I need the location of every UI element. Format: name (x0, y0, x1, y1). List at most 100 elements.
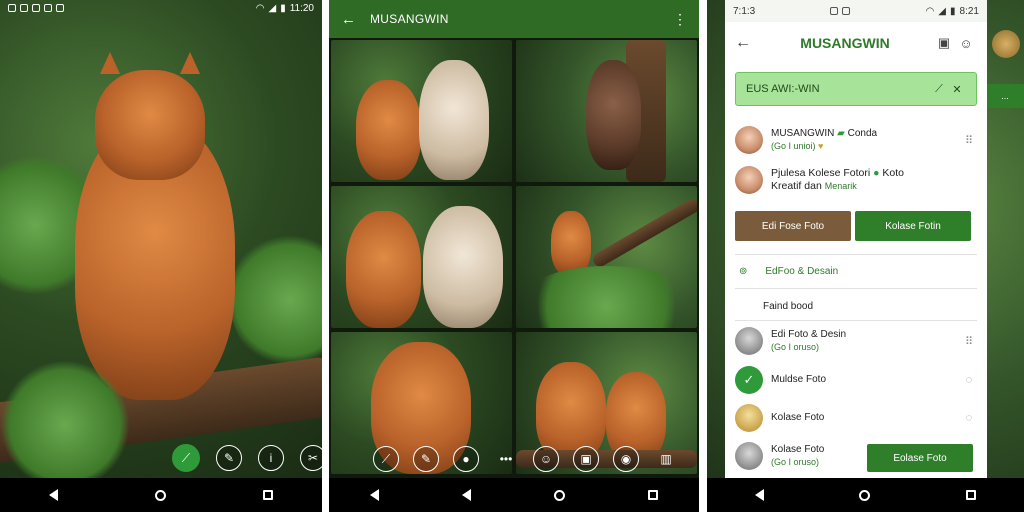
status-bar: ◠ ◢ ▮ 11:20 (0, 0, 322, 16)
image-icon[interactable]: ▣ (573, 446, 599, 472)
profile-icon[interactable]: ☺ (955, 32, 977, 54)
profile-screen-panel: ... 7:1:3 ◠ ◢ ▮ 8:21 ← MUSANGWIN ▣ ☺ EUS… (707, 0, 1024, 512)
gallery-grid-screen: ← MUSANGWIN ⋮ ⟋ ✎ ● ••• ☺ ▣ ◉ ▥ (329, 0, 699, 512)
page-title: MUSANGWIN (800, 35, 890, 51)
nav-back-icon[interactable] (48, 489, 58, 501)
arrow-back-icon[interactable]: ← (341, 11, 356, 28)
nav-back-icon[interactable] (754, 489, 764, 501)
feed-label: Faind bood (763, 301, 814, 312)
list-item-text: Pjulesa Kolese Fotori ● Koto Kreatif dan… (771, 167, 977, 193)
search-field[interactable]: EUS AWI:-WIN ⟋ ✕ (735, 72, 977, 106)
nav-recents-icon[interactable] (966, 490, 977, 500)
list-item-text: Kolase Foto (Go I oruso) (771, 444, 855, 468)
item-sub: (Go I unioi) (771, 140, 816, 151)
chat-icon: ▰ (837, 128, 845, 140)
status-time-right: 8:21 (959, 5, 979, 17)
trash-icon[interactable]: ▥ (653, 446, 679, 472)
item-sub: (Go I oruso) (771, 456, 820, 467)
drag-handle-icon[interactable]: ⠿ (961, 134, 977, 147)
system-icons: ◠ ◢ ▮ 11:20 (256, 3, 314, 14)
system-icons: ◠ ◢ ▮ 8:21 (926, 6, 979, 17)
battery-icon: ▮ (280, 2, 286, 14)
badge-photo (992, 30, 1020, 58)
item-line: Pjulesa Kolese Fotori (771, 166, 871, 179)
avatar (735, 166, 763, 194)
photo-thumbnail[interactable] (516, 40, 697, 182)
nav-back-icon[interactable] (370, 489, 380, 501)
app-bar: ← MUSANGWIN ⋮ (329, 0, 699, 38)
list-item[interactable]: Kolase Foto ◌ (735, 404, 977, 432)
more-vert-icon[interactable]: ⋮ (673, 11, 687, 28)
status-time: 7:1:3 (733, 5, 756, 17)
list-item[interactable]: ✓ Muldse Foto ◌ (735, 366, 977, 394)
screenshot-collage: ◠ ◢ ▮ 11:20 ⟋ ✎ i ✂ ← MUSANGWIN ⋮ ⟋ ✎ ● … (0, 0, 1024, 512)
system-nav-bar (707, 478, 1024, 512)
notification-icon (44, 4, 52, 12)
signal-icon: ◢ (268, 2, 277, 14)
comment-icon[interactable]: ◌ (961, 412, 977, 424)
item-title: Kolase Foto (771, 411, 825, 423)
item-title: Edi Foto & Desin (771, 329, 847, 341)
list-item[interactable]: MUSANGWIN ▰ Conda (Go I unioi) ♥ ⠿ (735, 126, 977, 154)
list-item-text: Edi Foto & Desin (Go I oruso) (771, 329, 961, 353)
photo-thumbnail[interactable] (331, 40, 512, 182)
list-item[interactable]: Kolase Foto (Go I oruso) (735, 442, 855, 470)
list-item[interactable]: Edi Foto & Desin (Go I oruso) ⠿ (735, 327, 977, 355)
section-label: EdFoo & Desain (765, 266, 839, 277)
notification-icon (20, 4, 28, 12)
nav-home-icon[interactable] (154, 489, 166, 501)
leaf-icon[interactable]: ⟋ (930, 83, 948, 96)
item-line: Kreatif dan (771, 180, 822, 192)
list-item[interactable]: Pjulesa Kolese Fotori ● Koto Kreatif dan… (735, 166, 977, 194)
nav-home-icon[interactable] (859, 489, 871, 501)
fox-figure (356, 80, 421, 180)
edit-icon[interactable]: ✎ (413, 446, 439, 472)
item-name: MUSANGWIN (771, 128, 835, 140)
collage-button[interactable]: Kolase Fotin (855, 211, 971, 241)
edit-photo-button[interactable]: Edi Fose Foto (735, 211, 851, 241)
fern-decoration (230, 230, 322, 370)
arrow-back-icon[interactable]: ← (735, 34, 757, 52)
app-screen: 7:1:3 ◠ ◢ ▮ 8:21 ← MUSANGWIN ▣ ☺ EUS AWI… (725, 0, 987, 478)
nav-recents-icon[interactable] (647, 490, 658, 500)
avatar (735, 404, 763, 432)
camera-icon[interactable]: ◉ (613, 446, 639, 472)
leaf-icon[interactable]: ⟋ (373, 446, 399, 472)
wifi-icon: ◠ (255, 2, 265, 14)
photo-thumbnail[interactable] (516, 186, 697, 328)
mic-icon[interactable]: ● (453, 446, 479, 472)
item-tag: Conda (847, 128, 878, 140)
emoji-icon[interactable]: ☺ (533, 446, 559, 472)
wifi-icon: ◠ (925, 5, 935, 17)
drag-handle-icon[interactable]: ⠿ (961, 335, 977, 348)
photo-thumbnail[interactable] (331, 186, 512, 328)
item-title: Kolase Foto (771, 444, 825, 456)
avatar (735, 327, 763, 355)
info-icon[interactable]: i (258, 445, 284, 471)
calendar-icon[interactable]: ▣ (933, 32, 955, 54)
edit-icon[interactable]: ✎ (216, 445, 242, 471)
divider (735, 288, 977, 289)
battery-icon: ▮ (950, 5, 956, 17)
search-text: EUS AWI:-WIN (746, 83, 820, 95)
signal-icon: ◢ (938, 5, 946, 17)
app-bar-title: MUSANGWIN (370, 12, 449, 26)
close-icon[interactable]: ✕ (948, 83, 966, 96)
collage-photo-button[interactable]: Eolase Foto (867, 444, 973, 472)
nav-back-icon[interactable] (462, 489, 472, 501)
grid-action-bar: ⟋ ✎ ● ••• ☺ ▣ ◉ ▥ (373, 446, 679, 472)
nav-recents-icon[interactable] (263, 490, 274, 500)
emoji-icon: ● (873, 166, 880, 179)
share-icon[interactable]: ✂ (300, 445, 322, 471)
section-header: ⊚ EdFoo & Desain (739, 266, 838, 277)
avatar (735, 126, 763, 154)
avatar (735, 442, 763, 470)
more-horiz-icon[interactable]: ••• (493, 446, 519, 472)
notification-icons (8, 4, 64, 12)
nav-home-icon[interactable] (553, 489, 565, 501)
fern-decoration (516, 266, 697, 328)
leaf-icon[interactable]: ⟋ (172, 444, 200, 472)
heart-icon: ♥ (818, 140, 824, 151)
comment-icon[interactable]: ◌ (961, 374, 977, 386)
branch (590, 196, 697, 270)
